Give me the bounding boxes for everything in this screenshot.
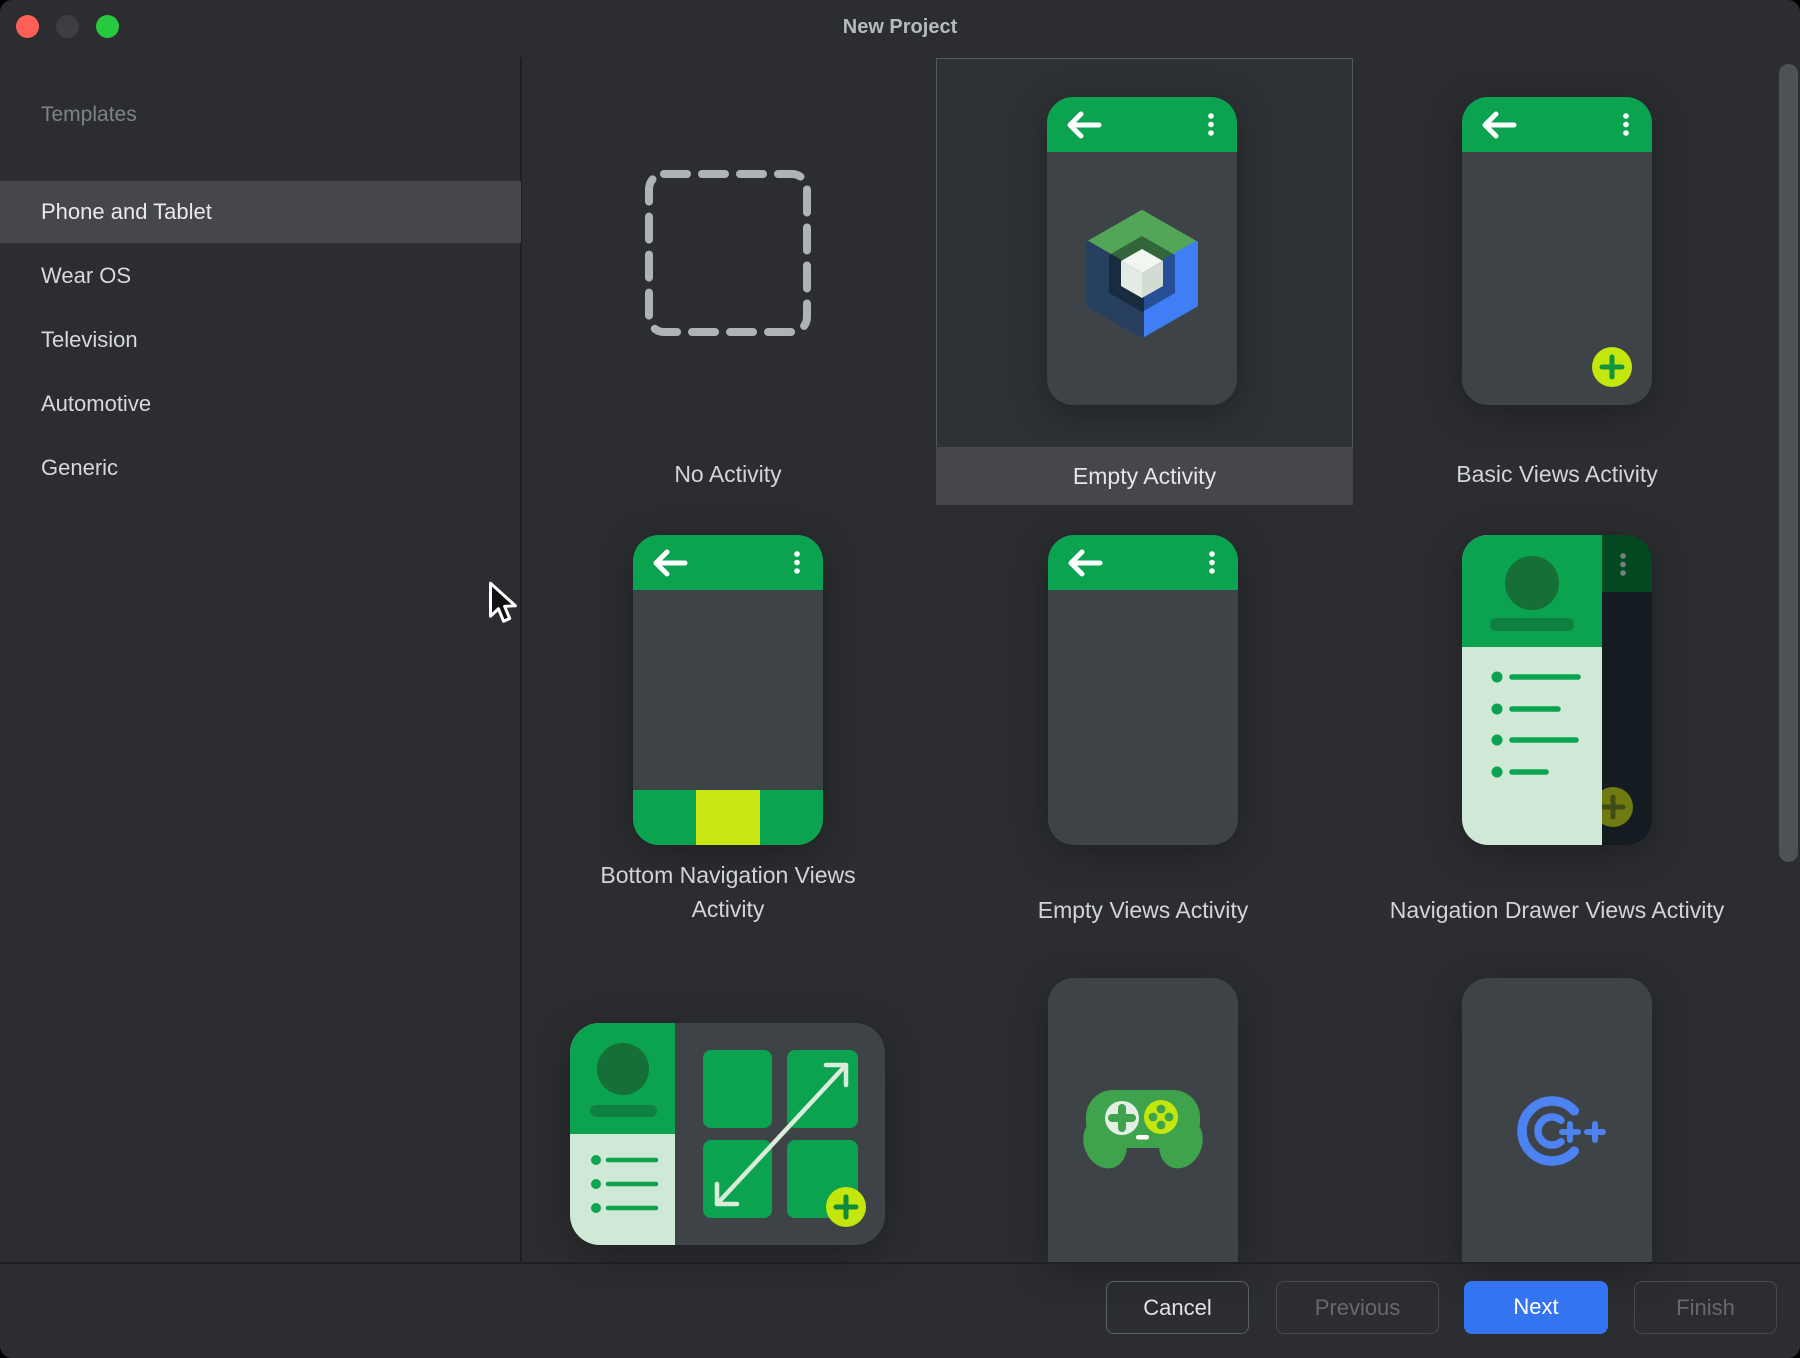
template-label: No Activity [568, 444, 888, 504]
phone-drawer-icon [1462, 535, 1652, 845]
dialog-title: New Project [0, 0, 1800, 57]
phone-cpp-logo-icon [1462, 978, 1652, 1262]
navigation-drawer-panel [1462, 535, 1602, 845]
kebab-menu-icon [1208, 113, 1214, 136]
template-label-selected: Empty Activity [936, 447, 1353, 505]
previous-button: Previous [1276, 1281, 1439, 1334]
dashed-square-icon [643, 168, 813, 338]
kebab-menu-icon [1623, 113, 1629, 136]
next-button[interactable]: Next [1464, 1281, 1608, 1334]
title-bar: New Project [0, 0, 1800, 57]
sidebar-header: Templates [41, 92, 461, 138]
cancel-button[interactable]: Cancel [1106, 1281, 1249, 1334]
kebab-menu-icon [1209, 551, 1215, 574]
sidebar-item-generic[interactable]: Generic [0, 437, 521, 499]
phone-plain-icon [1048, 535, 1238, 845]
new-project-dialog: New Project Templates Phone and Tablet W… [0, 0, 1800, 1358]
finish-button: Finish [1634, 1281, 1777, 1334]
dialog-window: New Project Templates Phone and Tablet W… [0, 0, 1800, 1358]
mouse-cursor [486, 581, 522, 626]
kebab-menu-icon [794, 551, 800, 574]
name-placeholder-bar [590, 1105, 657, 1117]
sidebar-item-automotive[interactable]: Automotive [0, 373, 521, 435]
template-label: Navigation Drawer Views Activity [1352, 886, 1762, 934]
kebab-menu-icon-dim [1620, 553, 1626, 576]
phone-fab-icon [1462, 97, 1652, 405]
fab-add-icon [826, 1187, 866, 1227]
avatar [1505, 556, 1559, 610]
name-placeholder-bar [1490, 618, 1574, 631]
template-label: Empty Views Activity [983, 886, 1303, 934]
sidebar-item-phone-and-tablet[interactable]: Phone and Tablet [0, 181, 521, 243]
sidebar-item-wear-os[interactable]: Wear OS [0, 245, 521, 307]
bottom-nav-bar [633, 790, 823, 845]
footer-divider [0, 1262, 1800, 1264]
phone-bottom-nav-icon [633, 535, 823, 845]
phone-gamepad-icon [1048, 978, 1238, 1262]
fab-add-icon [1592, 347, 1632, 387]
template-label: Basic Views Activity [1397, 444, 1717, 504]
template-label: Bottom Navigation Views Activity [568, 858, 888, 926]
sidebar-item-television[interactable]: Television [0, 309, 521, 371]
avatar [597, 1043, 649, 1095]
tablet-responsive-grid-icon [570, 1023, 885, 1245]
phone-compose-logo-icon [1047, 97, 1237, 405]
vertical-scrollbar[interactable] [1779, 64, 1798, 862]
